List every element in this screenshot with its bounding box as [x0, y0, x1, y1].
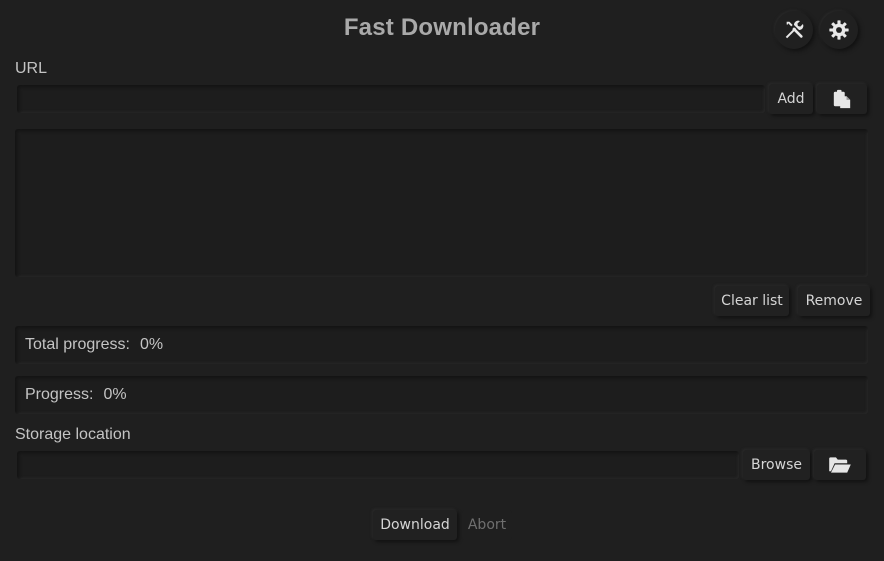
total-progress-label: Total progress: — [25, 336, 130, 353]
folder-button[interactable] — [814, 450, 866, 480]
url-label: URL — [15, 60, 48, 77]
tools-button[interactable] — [775, 11, 813, 49]
remove-button[interactable]: Remove — [798, 286, 870, 316]
total-progress-bar: Total progress: 0% — [15, 326, 868, 364]
browse-button[interactable]: Browse — [743, 450, 810, 480]
url-input[interactable] — [17, 85, 765, 113]
gear-icon — [829, 20, 849, 40]
abort-button[interactable]: Abort — [462, 510, 512, 540]
progress-label: Progress: — [25, 386, 94, 403]
progress-bar: Progress: 0% — [15, 376, 868, 414]
app-title: Fast Downloader — [343, 14, 541, 41]
clear-list-button[interactable]: Clear list — [715, 286, 789, 316]
paste-button[interactable] — [817, 84, 867, 114]
storage-location-label: Storage location — [15, 426, 131, 443]
url-list[interactable] — [15, 129, 868, 277]
storage-location-input[interactable] — [17, 451, 739, 479]
settings-button[interactable] — [820, 11, 858, 49]
add-button[interactable]: Add — [769, 84, 813, 114]
tools-icon — [785, 20, 804, 39]
progress-value: 0% — [103, 386, 127, 403]
download-button[interactable]: Download — [373, 510, 457, 540]
clipboard-icon — [833, 89, 851, 109]
total-progress-value: 0% — [139, 336, 164, 353]
folder-open-icon — [829, 457, 851, 473]
